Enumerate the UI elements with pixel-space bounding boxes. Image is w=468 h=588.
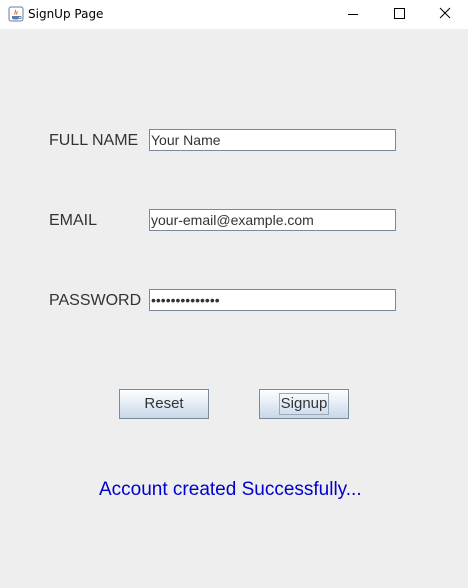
- full-name-field[interactable]: [149, 129, 396, 151]
- minimize-icon: [348, 14, 358, 15]
- window-title: SignUp Page: [28, 7, 104, 21]
- email-label: EMAIL: [49, 212, 98, 229]
- password-field[interactable]: [149, 289, 396, 311]
- signup-button-label: Signup: [278, 393, 330, 415]
- maximize-button[interactable]: [376, 0, 422, 29]
- password-label: PASSWORD: [49, 292, 142, 309]
- minimize-button[interactable]: [330, 0, 376, 29]
- maximize-icon: [394, 8, 405, 19]
- reset-button-label: Reset: [144, 395, 184, 412]
- email-field[interactable]: [149, 209, 396, 231]
- close-icon: [439, 7, 451, 19]
- signup-window: SignUp Page FULL NAME EMAIL PASSWORD Res…: [0, 0, 468, 588]
- status-message: Account created Successfully...: [99, 479, 362, 500]
- full-name-label: FULL NAME: [49, 132, 139, 149]
- title-bar[interactable]: SignUp Page: [0, 0, 468, 29]
- java-app-icon: [8, 6, 24, 22]
- reset-button[interactable]: Reset: [119, 389, 209, 419]
- close-button[interactable]: [422, 0, 468, 29]
- signup-button[interactable]: Signup: [259, 389, 349, 419]
